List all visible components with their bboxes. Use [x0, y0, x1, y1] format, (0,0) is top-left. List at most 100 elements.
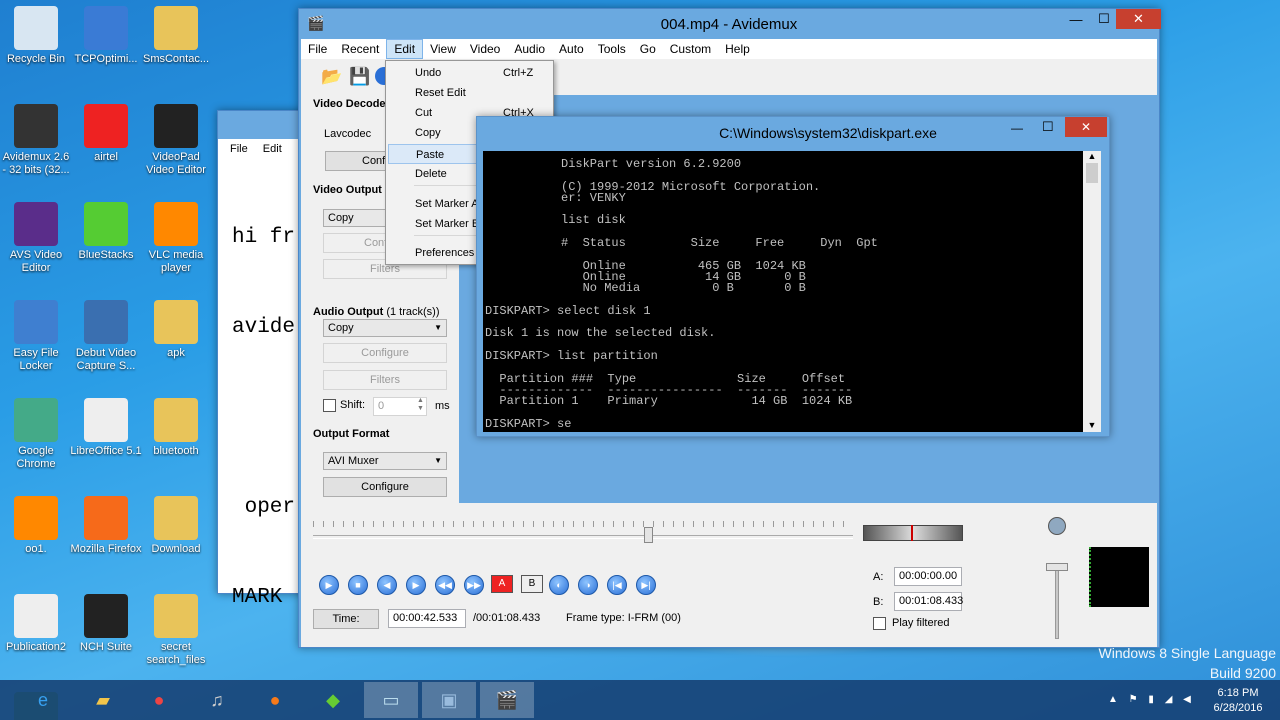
menu-go[interactable]: Go	[633, 39, 663, 59]
volume-slider-handle[interactable]	[1046, 563, 1068, 571]
itunes-icon[interactable]: ♫	[190, 682, 244, 718]
desktop-icon[interactable]: apk	[140, 300, 212, 360]
shift-checkbox[interactable]	[323, 399, 336, 412]
desktop-icon[interactable]: LibreOffice 5.1	[70, 398, 142, 458]
notepad-menu-file[interactable]: File	[218, 143, 254, 155]
diskpart-scrollbar[interactable]: ▲ ▼	[1083, 151, 1101, 432]
previous-keyframe-button[interactable]: ◀◀	[435, 575, 455, 595]
notepad-text[interactable]: hi fr avide oper MARK	[232, 163, 295, 673]
desktop-icon[interactable]: bluetooth	[140, 398, 212, 458]
notepad-task-icon[interactable]: ▭	[364, 682, 418, 718]
next-frame-button[interactable]: ▶	[406, 575, 426, 595]
audio-output-select[interactable]: Copy	[323, 319, 447, 337]
go-end-icon: ▶|	[641, 579, 651, 590]
scroll-down-icon[interactable]: ▼	[1083, 420, 1101, 430]
desktop-icon[interactable]: VLC media player	[140, 202, 212, 275]
menu-edit[interactable]: Edit	[386, 39, 424, 59]
notepad-menu-edit[interactable]: Edit	[257, 143, 288, 155]
volume-icon[interactable]	[1048, 517, 1066, 535]
desktop-icon[interactable]: TCPOptimi...	[70, 6, 142, 66]
time-button[interactable]: Time:	[313, 609, 379, 629]
chrome-icon[interactable]: ●	[132, 682, 186, 718]
current-time-field[interactable]: 00:00:42.533	[388, 609, 466, 628]
desktop-icon[interactable]: secret search_files	[140, 594, 212, 667]
desktop-icon[interactable]: AVS Video Editor	[0, 202, 72, 275]
scroll-up-icon[interactable]: ▲	[1083, 151, 1101, 161]
menu-custom[interactable]: Custom	[663, 39, 718, 59]
firefox-icon[interactable]: ●	[248, 682, 302, 718]
next-keyframe-button[interactable]: ▶▶	[464, 575, 484, 595]
desktop-icon[interactable]: Easy File Locker	[0, 300, 72, 373]
desktop-icon[interactable]: Download	[140, 496, 212, 556]
ie-icon[interactable]: e	[16, 682, 70, 718]
audio-output-filters-button[interactable]: Filters	[323, 370, 447, 390]
notepad-line: oper	[232, 496, 296, 519]
audio-output-heading: Audio Output (1 track(s))	[313, 306, 440, 318]
menu-view[interactable]: View	[423, 39, 463, 59]
windows-watermark: Windows 8 Single Language Build 9200	[1080, 643, 1276, 683]
diskpart-minimize-button[interactable]: —	[1011, 121, 1023, 135]
tcp-optimizer-icon	[84, 6, 128, 50]
desktop-icon[interactable]: airtel	[70, 104, 142, 164]
audio-output-configure-button[interactable]: Configure	[323, 343, 447, 363]
desktop-icon[interactable]: Mozilla Firefox	[70, 496, 142, 556]
desktop-icon[interactable]: VideoPad Video Editor	[140, 104, 212, 177]
go-start-button[interactable]: |◀	[607, 575, 627, 595]
videopad-icon	[154, 104, 198, 148]
menu-audio[interactable]: Audio	[507, 39, 552, 59]
volume-slider[interactable]	[1055, 563, 1059, 639]
file-explorer-icon[interactable]: ▰	[76, 682, 130, 718]
next-black-button[interactable]: ◑	[578, 575, 598, 595]
marker-a-button[interactable]: A	[491, 575, 513, 593]
edit-menu-item-reset-edit[interactable]: Reset Edit	[388, 83, 551, 103]
menu-video[interactable]: Video	[463, 39, 507, 59]
seek-track[interactable]	[313, 535, 853, 539]
desktop-icon[interactable]: Avidemux 2.6 - 32 bits (32...	[0, 104, 72, 177]
desktop-icon-label: Avidemux 2.6 - 32 bits (32...	[2, 151, 70, 176]
desktop-icon[interactable]: BlueStacks	[70, 202, 142, 262]
minimize-button[interactable]: —	[1062, 9, 1090, 29]
play-filtered-checkbox[interactable]	[873, 617, 886, 630]
debut-task-icon[interactable]: ▣	[422, 682, 476, 718]
open-icon[interactable]: 📂	[321, 67, 342, 87]
desktop-icon-label: Publication2	[6, 641, 66, 653]
desktop-icon[interactable]: SmsContac...	[140, 6, 212, 66]
bluestacks-icon[interactable]: ◆	[306, 682, 360, 718]
menu-auto[interactable]: Auto	[552, 39, 591, 59]
jog-shuttle[interactable]	[863, 525, 963, 541]
desktop-icon[interactable]: Google Chrome	[0, 398, 72, 471]
previous-black-button[interactable]: ◐	[549, 575, 569, 595]
output-format-select[interactable]: AVI Muxer	[323, 452, 447, 470]
diskpart-window[interactable]: C:\Windows\system32\diskpart.exe — ☐ ✕ D…	[476, 116, 1110, 437]
stop-button[interactable]: ■	[348, 575, 368, 595]
close-button[interactable]: ✕	[1116, 9, 1161, 29]
diskpart-close-button[interactable]: ✕	[1065, 117, 1107, 137]
scroll-thumb[interactable]	[1086, 163, 1098, 183]
diskpart-title: C:\Windows\system32\diskpart.exe	[719, 125, 937, 141]
desktop-icon[interactable]: Debut Video Capture S...	[70, 300, 142, 373]
desktop-icon[interactable]: NCH Suite	[70, 594, 142, 654]
play-button[interactable]: ▶	[319, 575, 339, 595]
shift-stepper-icon[interactable]: ▲ ▼	[417, 397, 424, 413]
avs-icon	[14, 202, 58, 246]
marker-b-button[interactable]: B	[521, 575, 543, 593]
edit-menu-item-undo[interactable]: Undo Ctrl+Z	[388, 63, 551, 83]
menu-help[interactable]: Help	[718, 39, 757, 59]
output-format-configure-button[interactable]: Configure	[323, 477, 447, 497]
diskpart-maximize-button[interactable]: ☐	[1042, 119, 1054, 135]
avidemux-task-icon[interactable]: 🎬	[480, 682, 534, 718]
desktop-icon[interactable]: Publication2	[0, 594, 72, 654]
clock[interactable]: 6:18 PM 6/28/2016	[1200, 686, 1276, 716]
desktop-icon[interactable]: oo1.	[0, 496, 72, 556]
menu-file[interactable]: File	[301, 39, 334, 59]
maximize-button[interactable]: ☐	[1090, 9, 1118, 29]
menu-recent[interactable]: Recent	[334, 39, 386, 59]
diskpart-console[interactable]: DiskPart version 6.2.9200 (C) 1999-2012 …	[483, 151, 1089, 432]
menu-tools[interactable]: Tools	[591, 39, 633, 59]
seek-slider-handle[interactable]	[643, 527, 653, 543]
tray-icons[interactable]: ▲ ⚑ ▮ ◢ ◀	[1108, 694, 1195, 705]
previous-frame-button[interactable]: ◀	[377, 575, 397, 595]
save-icon[interactable]: 💾	[349, 67, 370, 87]
go-end-button[interactable]: ▶|	[636, 575, 656, 595]
desktop-icon[interactable]: Recycle Bin	[0, 6, 72, 66]
